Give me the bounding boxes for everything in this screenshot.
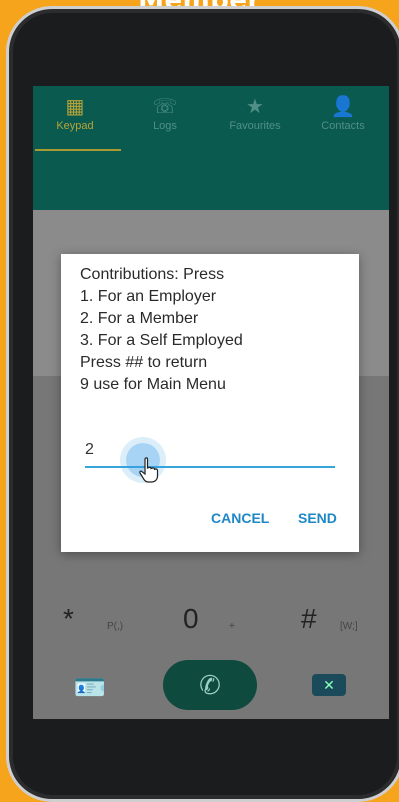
key-zero[interactable]: 0: [183, 604, 199, 634]
person-icon: 👤: [330, 96, 356, 118]
ussd-line: 9 use for Main Menu: [80, 376, 226, 393]
tab-underline: [35, 149, 121, 151]
tab-favourites-label: Favourites: [229, 120, 281, 132]
ussd-message: Contributions: Press 1. For an Employer …: [80, 264, 350, 396]
input-underline: [85, 466, 335, 468]
add-contact-button[interactable]: 🪪: [73, 672, 107, 702]
tab-contacts-label: Contacts: [321, 120, 365, 132]
star-icon: ★: [246, 96, 264, 118]
key-hash-sub: [W;]: [340, 621, 358, 632]
tab-logs-label: Logs: [153, 120, 177, 132]
tab-favourites[interactable]: ★ Favourites: [215, 94, 295, 132]
key-star[interactable]: *: [63, 604, 74, 634]
key-hash[interactable]: #: [301, 604, 317, 634]
keypad-icon: ▦: [65, 96, 85, 118]
hand-pointer-icon: [139, 457, 159, 483]
send-button[interactable]: SEND: [298, 510, 337, 526]
key-star-sub: P(,): [107, 621, 124, 632]
backspace-icon: ✕: [323, 677, 335, 693]
key-zero-sub: +: [229, 621, 235, 632]
ussd-line: Press ## to return: [80, 354, 208, 371]
ussd-line: 2. For a Member: [80, 310, 199, 327]
ussd-reply-input[interactable]: 2: [85, 441, 94, 459]
phone-icon: ✆: [199, 670, 221, 700]
ussd-dialog: Contributions: Press 1. For an Employer …: [61, 254, 359, 552]
ussd-line: 1. For an Employer: [80, 288, 217, 305]
backspace-button[interactable]: ✕: [312, 674, 346, 696]
ussd-line: Contributions: Press: [80, 266, 225, 283]
tab-keypad[interactable]: ▦ Keypad: [35, 94, 115, 132]
ussd-line: 3. For a Self Employed: [80, 332, 243, 349]
tab-logs[interactable]: ☏ Logs: [125, 94, 205, 132]
call-log-icon: ☏: [152, 96, 178, 118]
cancel-button[interactable]: CANCEL: [211, 510, 269, 526]
tab-contacts[interactable]: 👤 Contacts: [303, 94, 383, 132]
call-button[interactable]: ✆: [163, 660, 257, 710]
tab-keypad-label: Keypad: [56, 120, 94, 132]
app-bar: ▦ Keypad ☏ Logs ★ Favourites 👤 Contacts: [33, 86, 389, 210]
contact-card-icon: 🪪: [73, 672, 107, 702]
